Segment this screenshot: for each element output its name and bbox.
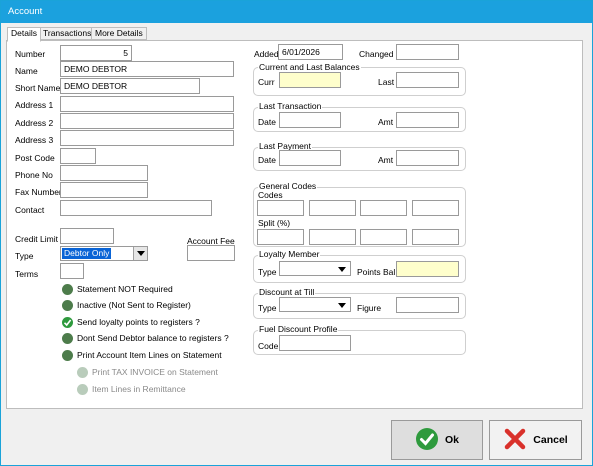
last-transaction-amt-field[interactable] [396, 112, 459, 128]
name-label: Name [15, 66, 38, 76]
contact-label: Contact [15, 205, 45, 215]
option-print-tax-invoice[interactable]: Print TAX INVOICE on Statement [77, 367, 218, 378]
fuel-code-field[interactable] [279, 335, 351, 351]
dropdown-arrow-icon[interactable] [338, 303, 346, 308]
account-fee-field[interactable] [187, 245, 235, 261]
checkbox-icon[interactable] [62, 300, 73, 311]
address2-field[interactable] [60, 113, 234, 129]
number-field[interactable]: 5 [60, 45, 132, 61]
short-name-field[interactable]: DEMO DEBTOR [60, 78, 200, 94]
type-selected-value: Debtor Only [62, 248, 112, 259]
loyalty-type-dropdown[interactable] [279, 261, 351, 276]
split-label: Split (%) [258, 218, 291, 228]
last-payment-date-label: Date [258, 155, 276, 165]
fax-label: Fax Number [15, 187, 62, 197]
last-transaction-amt-label: Amt [378, 117, 394, 127]
split-field-1[interactable] [257, 229, 304, 245]
split-field-2[interactable] [309, 229, 356, 245]
tab-more-details[interactable]: More Details [91, 27, 147, 40]
details-panel: Number 5 Name DEMO DEBTOR Short Name DEM… [6, 40, 583, 409]
option-statement-not-required[interactable]: Statement NOT Required [62, 284, 173, 295]
cross-icon [503, 427, 527, 454]
last-transaction-title: Last Transaction [258, 101, 323, 112]
window-title: Account [1, 1, 592, 23]
fax-field[interactable] [60, 182, 148, 198]
ok-button[interactable]: Ok [391, 420, 483, 460]
last-transaction-date-label: Date [258, 117, 276, 127]
credit-limit-field[interactable] [60, 228, 114, 244]
points-bal-field[interactable] [396, 261, 459, 277]
loyalty-title: Loyalty Member [258, 249, 321, 260]
tab-transactions[interactable]: Transactions [39, 27, 96, 40]
option-item-lines-remittance[interactable]: Item Lines in Remittance [77, 384, 186, 395]
option-print-item-lines[interactable]: Print Account Item Lines on Statement [62, 350, 222, 361]
discount-type-label: Type [258, 303, 277, 313]
cancel-label: Cancel [533, 434, 568, 446]
checkbox-icon[interactable] [62, 333, 73, 344]
credit-limit-label: Credit Limit [15, 234, 58, 244]
changed-field[interactable] [396, 44, 459, 60]
figure-label: Figure [357, 303, 382, 313]
tab-details[interactable]: Details [7, 27, 41, 42]
account-window: Account Details Transactions More Detail… [0, 0, 593, 466]
terms-label: Terms [15, 269, 39, 279]
last-balance-field[interactable] [396, 72, 459, 88]
added-label: Added [254, 49, 279, 59]
option-send-loyalty-points[interactable]: Send loyalty points to registers ? [62, 317, 200, 328]
phone-label: Phone No [15, 170, 53, 180]
ok-label: Ok [444, 434, 459, 446]
option-dont-send-balance[interactable]: Dont Send Debtor balance to registers ? [62, 333, 229, 344]
discount-type-dropdown[interactable] [279, 297, 351, 312]
check-icon [415, 427, 439, 454]
curr-balance-field[interactable] [279, 72, 341, 88]
option-inactive[interactable]: Inactive (Not Sent to Register) [62, 300, 191, 311]
loyalty-type-label: Type [258, 267, 277, 277]
address2-label: Address 2 [15, 118, 54, 128]
checkbox-icon[interactable] [62, 350, 73, 361]
curr-label: Curr [258, 77, 275, 87]
post-code-field[interactable] [60, 148, 96, 164]
last-transaction-date-field[interactable] [279, 112, 341, 128]
code-field-4[interactable] [412, 200, 459, 216]
type-label: Type [15, 251, 34, 261]
added-field[interactable]: 6/01/2026 [278, 44, 343, 60]
last-payment-amt-field[interactable] [396, 150, 459, 166]
changed-label: Changed [359, 49, 394, 59]
terms-field[interactable] [60, 263, 84, 279]
checkbox-icon[interactable] [62, 284, 73, 295]
short-name-label: Short Name [15, 83, 61, 93]
checkbox-icon[interactable] [77, 367, 88, 378]
cancel-button[interactable]: Cancel [489, 420, 582, 460]
last-label: Last [378, 77, 395, 87]
address3-label: Address 3 [15, 135, 54, 145]
split-field-4[interactable] [412, 229, 459, 245]
name-field[interactable]: DEMO DEBTOR [60, 61, 234, 77]
points-bal-label: Points Bal [357, 267, 396, 277]
dropdown-arrow-icon[interactable] [133, 247, 147, 260]
phone-field[interactable] [60, 165, 148, 181]
last-payment-amt-label: Amt [378, 155, 394, 165]
contact-field[interactable] [60, 200, 212, 216]
code-field-3[interactable] [360, 200, 407, 216]
address3-field[interactable] [60, 130, 234, 146]
fuel-title: Fuel Discount Profile [258, 324, 339, 335]
last-payment-date-field[interactable] [279, 150, 341, 166]
fuel-code-label: Code [258, 341, 279, 351]
checkmark-icon[interactable] [62, 317, 73, 328]
split-field-3[interactable] [360, 229, 407, 245]
dropdown-arrow-icon[interactable] [338, 267, 346, 272]
checkbox-icon[interactable] [77, 384, 88, 395]
type-dropdown[interactable]: Debtor Only [60, 246, 148, 261]
address1-label: Address 1 [15, 100, 54, 110]
code-field-1[interactable] [257, 200, 304, 216]
post-code-label: Post Code [15, 153, 55, 163]
number-label: Number [15, 49, 46, 59]
code-field-2[interactable] [309, 200, 356, 216]
figure-field[interactable] [396, 297, 459, 313]
address1-field[interactable] [60, 96, 234, 112]
